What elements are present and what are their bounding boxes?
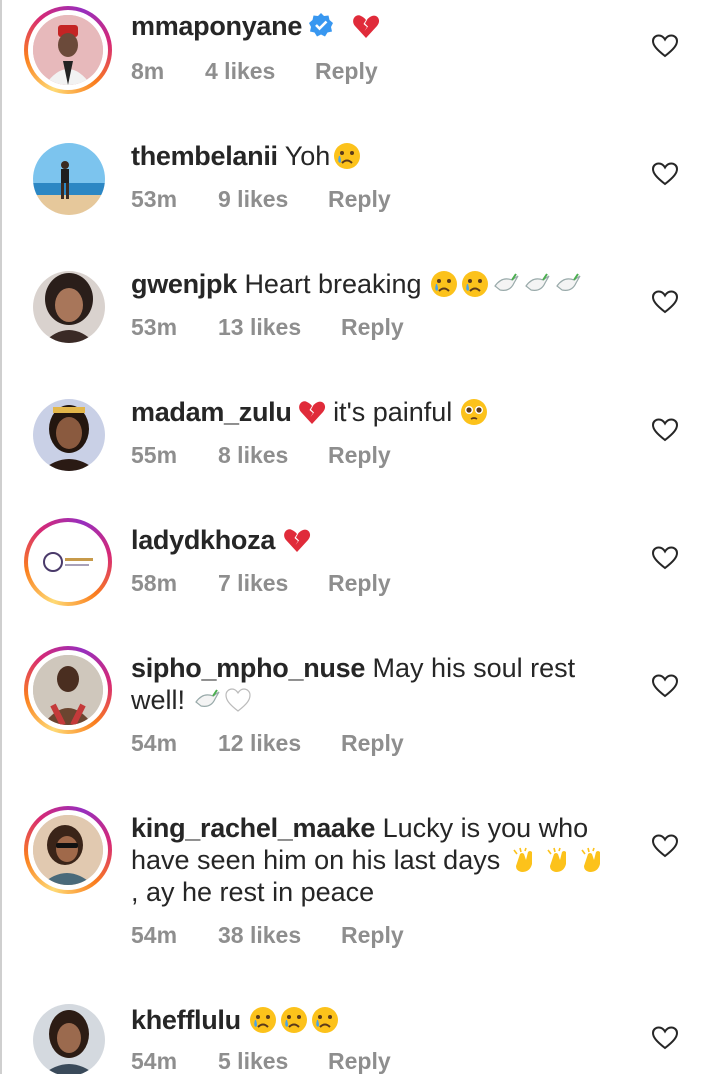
- comment-username[interactable]: thembelanii: [131, 141, 278, 171]
- comment-likes[interactable]: 5 likes: [218, 1048, 328, 1074]
- avatar[interactable]: [33, 1004, 105, 1074]
- avatar[interactable]: [24, 6, 112, 94]
- comment-time: 53m: [131, 314, 178, 340]
- clapping-hands-emoji: [544, 846, 572, 874]
- comment-time: 54m: [131, 922, 178, 948]
- comment-time: 53m: [131, 186, 178, 212]
- comment-likes[interactable]: 13 likes: [218, 314, 341, 341]
- comment-username[interactable]: ladydkhoza: [131, 525, 275, 555]
- dove-emoji: [554, 270, 582, 298]
- heart-outline-icon[interactable]: [651, 674, 679, 698]
- avatar[interactable]: [33, 271, 105, 343]
- comment-likes[interactable]: 8 likes: [218, 442, 328, 469]
- comment-username[interactable]: sipho_mpho_nuse: [131, 653, 365, 683]
- reply-button[interactable]: Reply: [328, 570, 391, 597]
- comment-username[interactable]: mmaponyane: [131, 11, 302, 41]
- avatar[interactable]: [33, 143, 105, 215]
- comment-likes[interactable]: 9 likes: [218, 186, 328, 213]
- verified-badge-icon: [308, 12, 334, 38]
- dove-emoji: [492, 270, 520, 298]
- crying-face-emoji: [333, 142, 361, 170]
- avatar[interactable]: [33, 399, 105, 471]
- clapping-hands-emoji: [510, 846, 538, 874]
- heart-outline-icon[interactable]: [651, 290, 679, 314]
- avatar[interactable]: [24, 518, 112, 606]
- comment-time: 58m: [131, 570, 178, 596]
- heart-outline-icon[interactable]: [651, 834, 679, 858]
- comment-likes[interactable]: 4 likes: [205, 58, 315, 85]
- comment-text: Yoh: [284, 141, 331, 171]
- comment-time: 54m: [131, 1048, 178, 1074]
- heart-outline-icon[interactable]: [651, 162, 679, 186]
- crying-face-emoji: [430, 270, 458, 298]
- broken-heart-emoji: [283, 526, 311, 554]
- broken-heart-emoji: [352, 12, 380, 40]
- crying-face-emoji: [311, 1006, 339, 1034]
- pleading-face-emoji: [460, 398, 488, 426]
- heart-outline-icon[interactable]: [651, 34, 679, 58]
- reply-button[interactable]: Reply: [328, 1048, 391, 1074]
- comment-username[interactable]: gwenjpk: [131, 269, 237, 299]
- left-divider: [0, 0, 2, 1074]
- comment-username[interactable]: khefflulu: [131, 1005, 241, 1035]
- white-heart-emoji: [224, 686, 252, 714]
- comment-username[interactable]: madam_zulu: [131, 397, 292, 427]
- dove-emoji: [523, 270, 551, 298]
- comment-likes[interactable]: 12 likes: [218, 730, 341, 757]
- crying-face-emoji: [280, 1006, 308, 1034]
- reply-button[interactable]: Reply: [341, 314, 404, 341]
- comment-likes[interactable]: 38 likes: [218, 922, 341, 949]
- broken-heart-emoji: [298, 398, 326, 426]
- comment-text-continued: , ay he rest in peace: [131, 877, 375, 907]
- reply-button[interactable]: Reply: [328, 442, 391, 469]
- clapping-hands-emoji: [578, 846, 606, 874]
- comment-time: 8m: [131, 58, 165, 84]
- heart-outline-icon[interactable]: [651, 1026, 679, 1050]
- comment-username[interactable]: king_rachel_maake: [131, 813, 375, 843]
- crying-face-emoji: [461, 270, 489, 298]
- comment-text: Heart breaking: [244, 269, 422, 299]
- heart-outline-icon[interactable]: [651, 546, 679, 570]
- reply-button[interactable]: Reply: [315, 58, 378, 85]
- reply-button[interactable]: Reply: [341, 730, 404, 757]
- comment-time: 55m: [131, 442, 178, 468]
- dove-emoji: [193, 686, 221, 714]
- comment-time: 54m: [131, 730, 178, 756]
- heart-outline-icon[interactable]: [651, 418, 679, 442]
- crying-face-emoji: [249, 1006, 277, 1034]
- comment-likes[interactable]: 7 likes: [218, 570, 328, 597]
- comment-text: it's painful: [333, 397, 453, 427]
- reply-button[interactable]: Reply: [328, 186, 391, 213]
- avatar[interactable]: [24, 646, 112, 734]
- reply-button[interactable]: Reply: [341, 922, 404, 949]
- avatar[interactable]: [24, 806, 112, 894]
